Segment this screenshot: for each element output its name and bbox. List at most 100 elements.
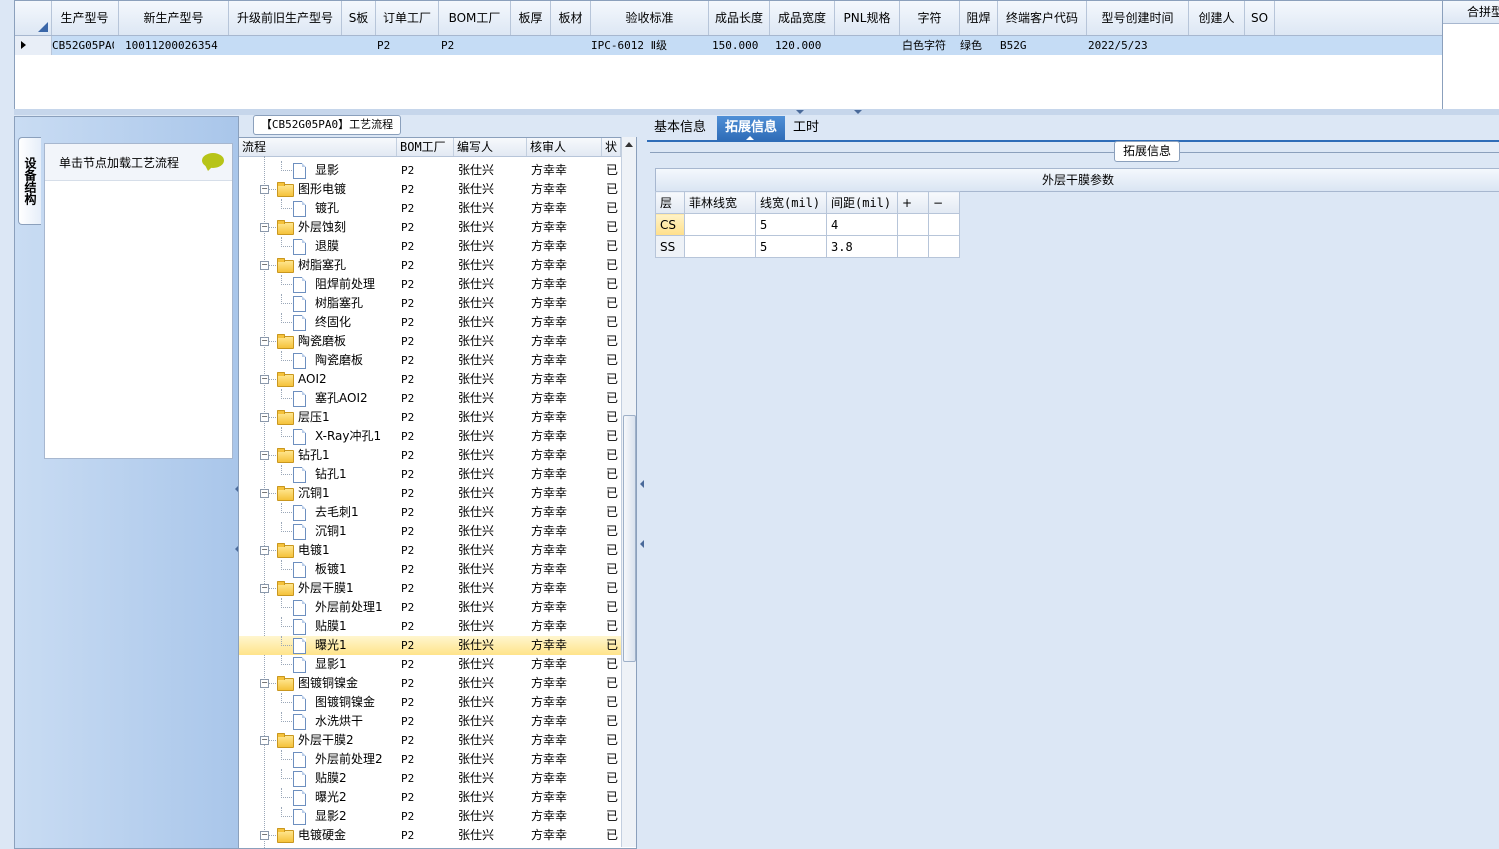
tree-row[interactable]: 贴膜1 P2 张仕兴 方幸幸 已 xyxy=(239,617,621,636)
column-header[interactable]: 验收标准 xyxy=(591,1,709,35)
row-selector[interactable] xyxy=(15,36,52,55)
grid-cell[interactable] xyxy=(517,36,551,55)
column-header[interactable]: 新生产型号 xyxy=(119,1,229,35)
tree-row[interactable]: 镀孔 P2 张仕兴 方幸幸 已 xyxy=(239,199,621,218)
tree-row[interactable]: − 树脂塞孔 P2 张仕兴 方幸幸 已 xyxy=(239,256,621,275)
grid-cell[interactable]: P2 xyxy=(441,36,507,55)
column-header[interactable]: 字符 xyxy=(900,1,960,35)
tree-row[interactable]: 图镀铜镍金 P2 张仕兴 方幸幸 已 xyxy=(239,693,621,712)
tree-row[interactable]: 外层前处理1 P2 张仕兴 方幸幸 已 xyxy=(239,598,621,617)
tree-row[interactable]: − 沉铜1 P2 张仕兴 方幸幸 已 xyxy=(239,484,621,503)
tree-row[interactable]: − 层压1 P2 张仕兴 方幸幸 已 xyxy=(239,408,621,427)
tree-row[interactable]: 贴膜2 P2 张仕兴 方幸幸 已 xyxy=(239,769,621,788)
cell-linewidth[interactable]: 5 xyxy=(755,235,827,258)
column-header[interactable]: 型号创建时间 xyxy=(1087,1,1189,35)
tree-row[interactable]: − 电镀1 P2 张仕兴 方幸幸 已 xyxy=(239,541,621,560)
tree-row[interactable]: − 外层干膜1 P2 张仕兴 方幸幸 已 xyxy=(239,579,621,598)
tree-column-header[interactable]: 编写人 xyxy=(454,138,527,156)
collapse-node-icon[interactable]: − xyxy=(260,679,269,688)
scroll-up-arrow-icon[interactable] xyxy=(625,142,633,147)
collapse-node-icon[interactable]: − xyxy=(260,223,269,232)
collapse-node-icon[interactable]: − xyxy=(260,546,269,555)
column-header[interactable]: 生产型号 xyxy=(51,1,119,35)
grid-cell[interactable]: CB52G05PA0 xyxy=(52,36,114,55)
collapse-node-icon[interactable]: − xyxy=(260,185,269,194)
column-header[interactable]: SO xyxy=(1245,1,1275,35)
column-header[interactable]: S板 xyxy=(342,1,376,35)
cell-film-linewidth[interactable] xyxy=(684,235,756,258)
collapse-node-icon[interactable]: − xyxy=(260,413,269,422)
column-header[interactable]: 创建人 xyxy=(1189,1,1245,35)
tree-row[interactable]: 钻孔1 P2 张仕兴 方幸幸 已 xyxy=(239,465,621,484)
grid-cell[interactable] xyxy=(235,36,342,55)
grid-cell[interactable] xyxy=(1195,36,1245,55)
grid-cell[interactable]: 白色字符 xyxy=(902,36,956,55)
tab-work-hours[interactable]: 工时 xyxy=(787,116,825,140)
collapse-middle-icon[interactable] xyxy=(640,540,644,548)
add-row-button[interactable]: + xyxy=(897,191,929,214)
grid-cell[interactable] xyxy=(1251,36,1275,55)
table-row[interactable]: SS 5 3.8 xyxy=(655,235,960,258)
tree-row[interactable]: 曝光1 P2 张仕兴 方幸幸 已 xyxy=(239,636,621,655)
tree-row[interactable]: − 外层蚀刻 P2 张仕兴 方幸幸 已 xyxy=(239,218,621,237)
tab-basic-info[interactable]: 基本信息 xyxy=(647,116,713,140)
cell-spacing[interactable]: 3.8 xyxy=(826,235,898,258)
table-row[interactable]: CS 5 4 xyxy=(655,213,960,236)
column-header[interactable]: BOM工厂 xyxy=(439,1,511,35)
grid-cell[interactable]: 150.000 xyxy=(712,36,767,55)
column-header[interactable]: 终端客户代码 xyxy=(998,1,1087,35)
column-header[interactable]: PNL规格 xyxy=(835,1,900,35)
tree-row[interactable]: 曝光2 P2 张仕兴 方幸幸 已 xyxy=(239,788,621,807)
tree-row[interactable]: − 图形电镀 P2 张仕兴 方幸幸 已 xyxy=(239,180,621,199)
grid-cell[interactable] xyxy=(557,36,591,55)
tree-row[interactable]: 外层前处理2 P2 张仕兴 方幸幸 已 xyxy=(239,750,621,769)
grid-cell[interactable]: IPC-6012 Ⅱ级 xyxy=(591,36,703,55)
tab-equipment-structure[interactable]: 设备结构 xyxy=(18,137,41,225)
cell-layer[interactable]: SS xyxy=(655,235,685,258)
tree-row[interactable]: 沉铜1 P2 张仕兴 方幸幸 已 xyxy=(239,522,621,541)
column-header[interactable]: 板材 xyxy=(551,1,591,35)
tree-column-header[interactable]: 流程 xyxy=(239,138,397,156)
tree-column-header[interactable]: BOM工厂 xyxy=(397,138,454,156)
collapse-node-icon[interactable]: − xyxy=(260,261,269,270)
tree-row[interactable]: − AOI2 P2 张仕兴 方幸幸 已 xyxy=(239,370,621,389)
equipment-node-list[interactable]: 单击节点加载工艺流程 xyxy=(44,143,233,459)
tree-column-header[interactable]: 状 xyxy=(602,138,621,156)
tree-row[interactable]: 树脂塞孔 P2 张仕兴 方幸幸 已 xyxy=(239,294,621,313)
tree-row[interactable]: − 外层干膜2 P2 张仕兴 方幸幸 已 xyxy=(239,731,621,750)
column-header[interactable]: 板厚 xyxy=(511,1,551,35)
tree-row[interactable]: 终固化 P2 张仕兴 方幸幸 已 xyxy=(239,313,621,332)
tree-row[interactable]: 去毛刺1 P2 张仕兴 方幸幸 已 xyxy=(239,503,621,522)
tree-row[interactable]: − 钻孔1 P2 张仕兴 方幸幸 已 xyxy=(239,446,621,465)
grid-cell[interactable]: 120.000 xyxy=(775,36,834,55)
tree-row[interactable]: − 图镀铜镍金 P2 张仕兴 方幸幸 已 xyxy=(239,674,621,693)
collapse-node-icon[interactable]: − xyxy=(260,489,269,498)
grid-cell[interactable] xyxy=(841,36,900,55)
product-grid-row[interactable]: CB52G05PA0 10011200026354 P2 P2 IPC-6012 Ⅱ级 1… xyxy=(15,36,1443,55)
grid-cell[interactable]: 10011200026354 xyxy=(125,36,229,55)
collapse-node-icon[interactable]: − xyxy=(260,584,269,593)
grid-cell[interactable]: B52G xyxy=(1000,36,1083,55)
tree-row[interactable]: 塞孔AOI2 P2 张仕兴 方幸幸 已 xyxy=(239,389,621,408)
tree-row[interactable]: 陶瓷磨板 P2 张仕兴 方幸幸 已 xyxy=(239,351,621,370)
tree-row[interactable]: 显影 P2 张仕兴 方幸幸 已 xyxy=(239,161,621,180)
column-header[interactable]: 成品宽度 xyxy=(770,1,835,35)
tree-row[interactable]: 显影1 P2 张仕兴 方幸幸 已 xyxy=(239,655,621,674)
tree-row[interactable]: − 电镀硬金 P2 张仕兴 方幸幸 已 xyxy=(239,826,621,845)
tree-row[interactable]: X-Ray冲孔1 P2 张仕兴 方幸幸 已 xyxy=(239,427,621,446)
tree-column-header[interactable]: 核审人 xyxy=(527,138,602,156)
cell-layer[interactable]: CS xyxy=(655,213,685,236)
collapse-node-icon[interactable]: − xyxy=(260,337,269,346)
grid-cell[interactable]: 绿色 xyxy=(960,36,992,55)
collapse-node-icon[interactable]: − xyxy=(260,375,269,384)
tree-row[interactable]: 水洗烘干 P2 张仕兴 方幸幸 已 xyxy=(239,712,621,731)
tree-row[interactable]: 阻焊前处理 P2 张仕兴 方幸幸 已 xyxy=(239,275,621,294)
cell-linewidth[interactable]: 5 xyxy=(755,213,827,236)
column-header[interactable]: 成品长度 xyxy=(709,1,770,35)
scroll-thumb[interactable] xyxy=(623,415,636,662)
column-header[interactable]: 升级前旧生产型号 xyxy=(229,1,342,35)
horizontal-splitter[interactable] xyxy=(14,109,1499,115)
tree-row[interactable]: 退膜 P2 张仕兴 方幸幸 已 xyxy=(239,237,621,256)
cell-film-linewidth[interactable] xyxy=(684,213,756,236)
tree-row[interactable]: − 陶瓷磨板 P2 张仕兴 方幸幸 已 xyxy=(239,332,621,351)
